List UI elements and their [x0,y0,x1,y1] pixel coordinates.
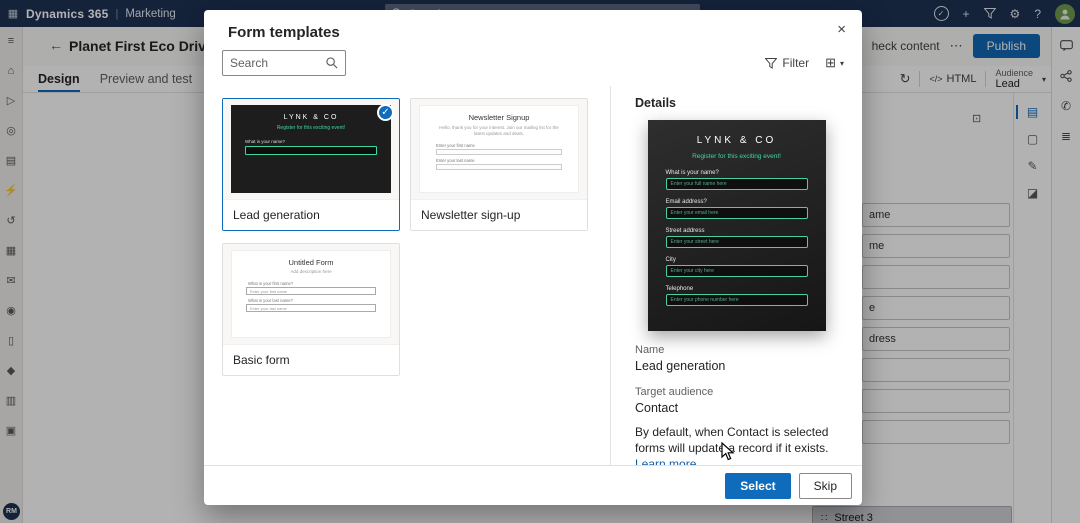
grid-view-icon: ⊞ [825,55,836,70]
mini-form-field-label: Enter your first name [436,142,475,148]
mini-form-field-label: What is your last name? [248,298,293,303]
template-card-lead-generation[interactable]: LYNK & CO Register for this exciting eve… [222,98,400,231]
mini-form-input [436,163,562,170]
target-audience-value: Contact [635,401,679,415]
target-audience-label: Target audience [635,386,714,398]
skip-button[interactable]: Skip [798,472,852,499]
dialog-body: LYNK & CO Register for this exciting eve… [204,86,862,465]
template-search[interactable] [222,50,346,76]
details-panel: Details LYNK & CO Register for this exci… [610,86,862,465]
preview-form-input: Enter your full name here [665,178,808,190]
preview-form-field: Telephone Enter your phone number here [665,286,808,306]
name-label: Name [635,344,665,356]
preview-form-input: Enter your city here [665,265,808,277]
preview-form-logo: LYNK & CO [696,135,777,146]
template-thumbnail: Newsletter Signup Hello, thank you for y… [411,99,587,199]
select-button[interactable]: Select [725,472,791,499]
filter-label: Filter [782,56,810,70]
mini-form-field-label: Enter your last name [436,157,475,163]
audience-description: By default, when Contact is selected for… [635,424,838,465]
template-search-input[interactable] [230,56,321,70]
details-heading: Details [635,96,676,110]
mini-basic-form: Untitled Form Add description here What … [231,250,391,338]
dialog-title: Form templates [228,24,340,41]
filter-button[interactable]: Filter [765,56,809,70]
mini-newsletter-form: Newsletter Signup Hello, thank you for y… [419,105,579,193]
template-card-label: Basic form [223,344,399,375]
mini-form-input: Enter your first name [246,287,376,295]
dialog-toolbar: Filter ⊞ ▾ [222,50,844,76]
template-card-grid: LYNK & CO Register for this exciting eve… [204,86,610,465]
preview-form-field: City Enter your city here [665,257,808,277]
template-card-label: Lead generation [223,199,399,230]
preview-form-field: Street address Enter your street here [665,228,808,248]
template-preview: LYNK & CO Register for this exciting eve… [647,120,826,331]
mini-form-logo: LYNK & CO [283,114,339,121]
template-thumbnail: LYNK & CO Register for this exciting eve… [223,99,399,199]
template-thumbnail: Untitled Form Add description here What … [223,244,399,344]
mini-lead-form: LYNK & CO Register for this exciting eve… [231,105,391,193]
app-window: ▦ Dynamics 365 | Marketing ✓ + ⚙ ? ≡ ⌂ ▷… [0,0,1080,523]
mini-form-title: Untitled Form [288,258,334,267]
preview-form-field: What is your name? Enter your full name … [665,170,808,190]
form-templates-dialog: Form templates × Filter ⊞ ▾ [204,10,862,505]
search-icon [326,57,338,69]
mini-form-field-label: What is your first name? [248,281,294,286]
mini-form-input: Enter your last name [246,304,376,312]
preview-form-field: Email address? Enter your email here [665,199,808,219]
mini-form-subtitle: Add description here [290,269,332,274]
preview-form-tagline: Register for this exciting event! [692,153,781,160]
dialog-header: Form templates × [204,10,862,50]
selected-check-icon: ✓ [377,104,394,121]
view-toggle-button[interactable]: ⊞ ▾ [825,55,844,71]
template-card-basic-form[interactable]: Untitled Form Add description here What … [222,243,400,376]
funnel-icon [765,57,778,69]
mini-form-input [245,146,377,155]
close-icon[interactable]: × [837,22,846,37]
preview-form-input: Enter your street here [665,236,808,248]
template-card-label: Newsletter sign-up [411,199,587,230]
name-value: Lead generation [635,359,726,373]
template-card-newsletter-sign-up[interactable]: Newsletter Signup Hello, thank you for y… [410,98,588,231]
mini-form-body: Hello, thank you for your interest. Join… [439,125,559,137]
learn-more-link[interactable]: Learn more [635,457,696,465]
mini-form-input [436,148,562,155]
chevron-down-icon: ▾ [839,58,844,68]
preview-form-input: Enter your email here [665,207,808,219]
mini-form-tagline: Register for this exciting event! [276,125,346,131]
dialog-footer: Select Skip [204,465,862,505]
toolbar-right: Filter ⊞ ▾ [765,55,844,71]
mini-form-field-label: What is your name? [245,139,286,144]
mini-form-title: Newsletter Signup [468,113,530,122]
preview-form-input: Enter your phone number here [665,294,808,306]
